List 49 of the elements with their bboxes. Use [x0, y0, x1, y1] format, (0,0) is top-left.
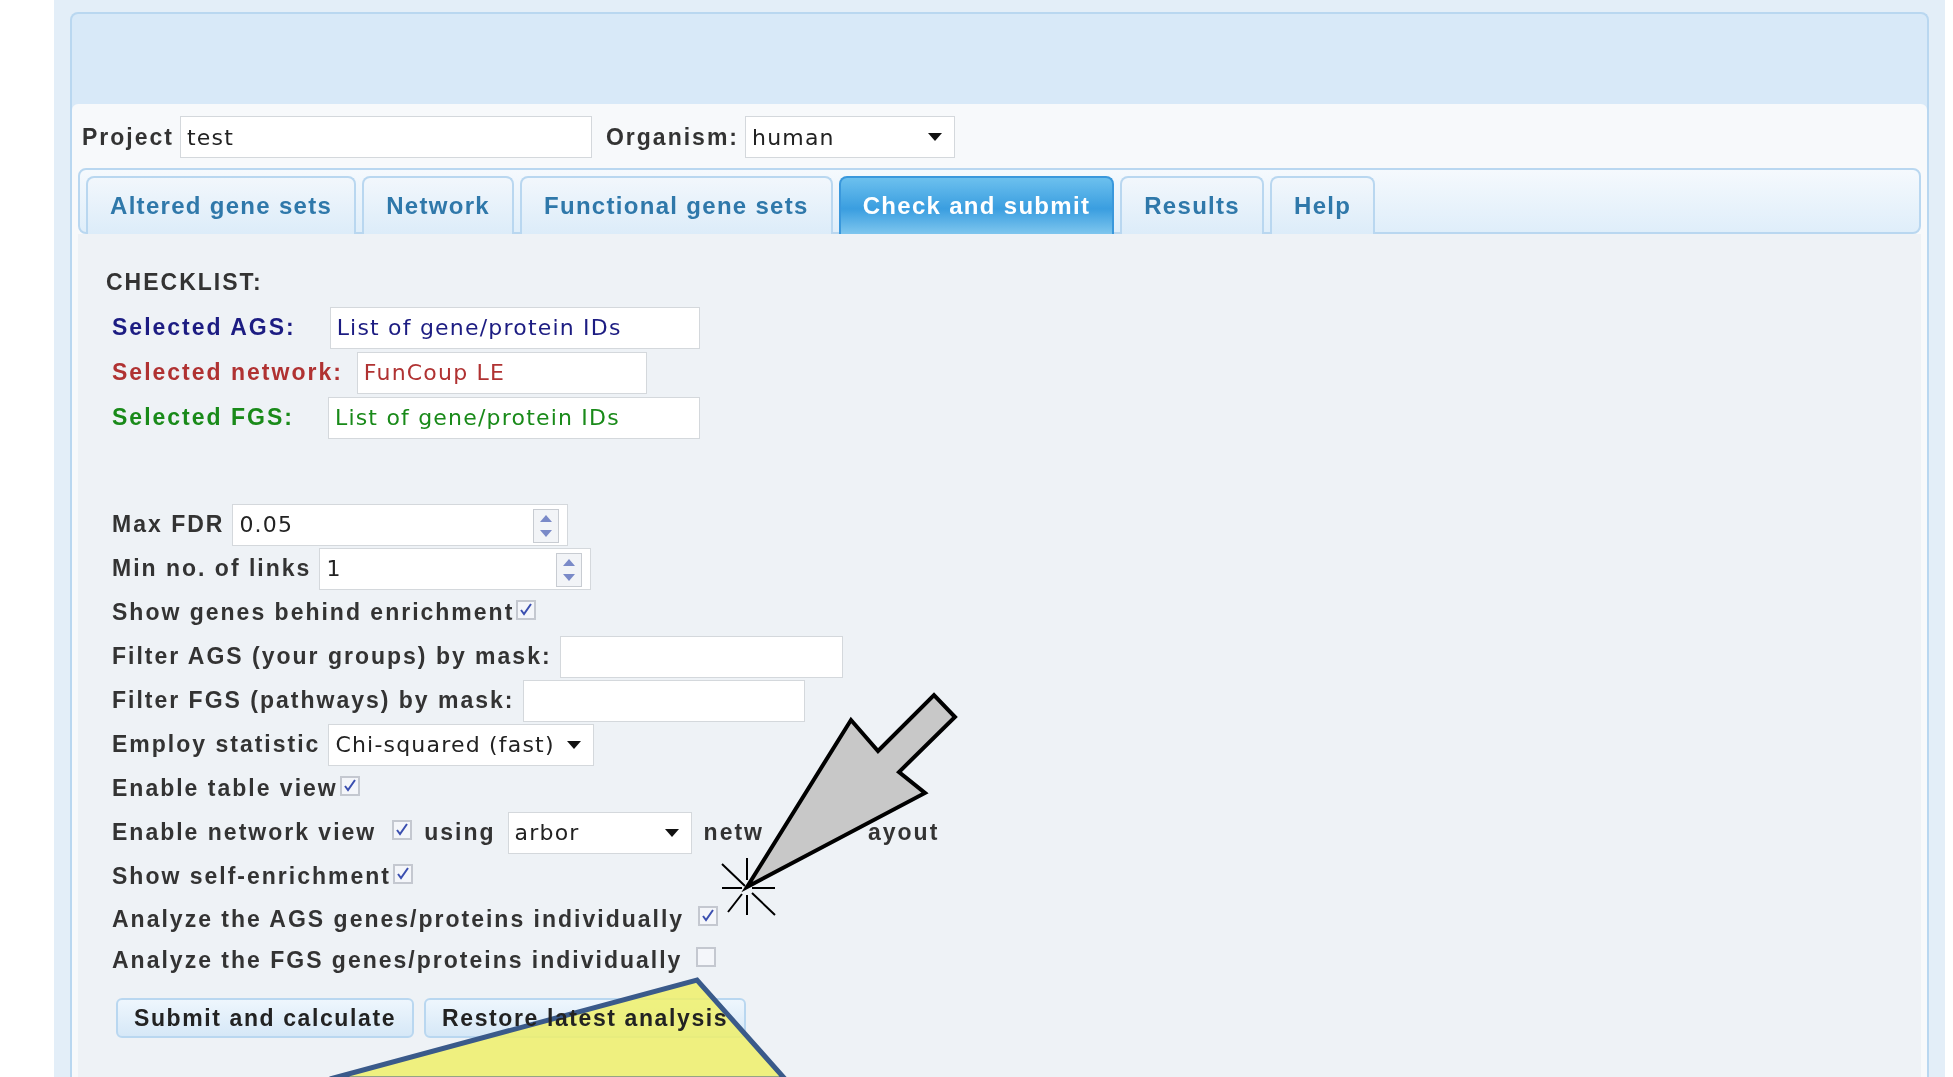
field-label: Show genes behind enrichment [112, 599, 515, 626]
submit-button[interactable]: Submit and calculate [116, 998, 415, 1038]
checklist-label: Selected network: [112, 359, 343, 386]
field-label: Analyze the AGS genes/proteins individually [112, 905, 685, 933]
spin-buttons[interactable] [533, 508, 560, 543]
field-label: Min no. of links [112, 555, 312, 582]
field-label: Filter AGS (your groups) by mask: [112, 643, 552, 670]
organism-select[interactable]: human [745, 116, 955, 158]
checklist-value: FunCoup LE [356, 351, 647, 394]
field-label: Enable network view [112, 819, 377, 846]
field-label: Show self-enrichment [112, 863, 391, 890]
field-label: using [424, 819, 496, 846]
checkbox[interactable] [392, 819, 413, 840]
field-label: Project [82, 123, 174, 151]
project-field[interactable]: test [180, 116, 592, 158]
tab[interactable]: Functional gene sets [520, 176, 833, 234]
checkbox[interactable] [696, 947, 717, 967]
number-field[interactable]: 1 [319, 547, 592, 590]
checklist-title: CHECKLIST: [106, 268, 263, 296]
statistic-select[interactable]: Chi-squared (fast) [328, 723, 595, 766]
caret-icon [928, 133, 942, 141]
field-label: Analyze the FGS genes/proteins individually [112, 946, 683, 974]
tab[interactable]: Altered gene sets [86, 176, 357, 234]
checklist-value: List of gene/protein IDs [329, 306, 700, 349]
field-label: Employ statistic [112, 731, 321, 758]
checkbox[interactable] [393, 863, 413, 884]
field-label: Filter FGS (pathways) by mask: [112, 687, 515, 714]
field-label: Organism: [606, 123, 739, 151]
field-label: Max FDR [112, 511, 225, 538]
spin-buttons[interactable] [556, 552, 583, 587]
field-label: ayout [868, 819, 940, 846]
field-label: Enable table view [112, 775, 338, 802]
checkbox[interactable] [339, 775, 360, 796]
text-field[interactable] [522, 679, 805, 722]
checklist-label: Selected AGS: [112, 314, 296, 341]
checklist-label: Selected FGS: [112, 404, 294, 431]
number-field[interactable]: 0.05 [232, 503, 569, 546]
text-field[interactable] [559, 635, 843, 678]
checkbox[interactable] [516, 599, 537, 620]
layout-select[interactable]: arbor [507, 811, 692, 854]
caret-icon [567, 740, 582, 749]
caret-icon [664, 828, 679, 837]
tab[interactable]: Network [362, 176, 514, 234]
tab[interactable]: Results [1120, 176, 1264, 234]
tab[interactable]: Help [1270, 176, 1376, 234]
checklist-value: List of gene/protein IDs [327, 396, 700, 439]
sparkle-icon [721, 857, 776, 916]
checkbox[interactable] [698, 906, 719, 926]
field-label: netw [703, 819, 764, 846]
